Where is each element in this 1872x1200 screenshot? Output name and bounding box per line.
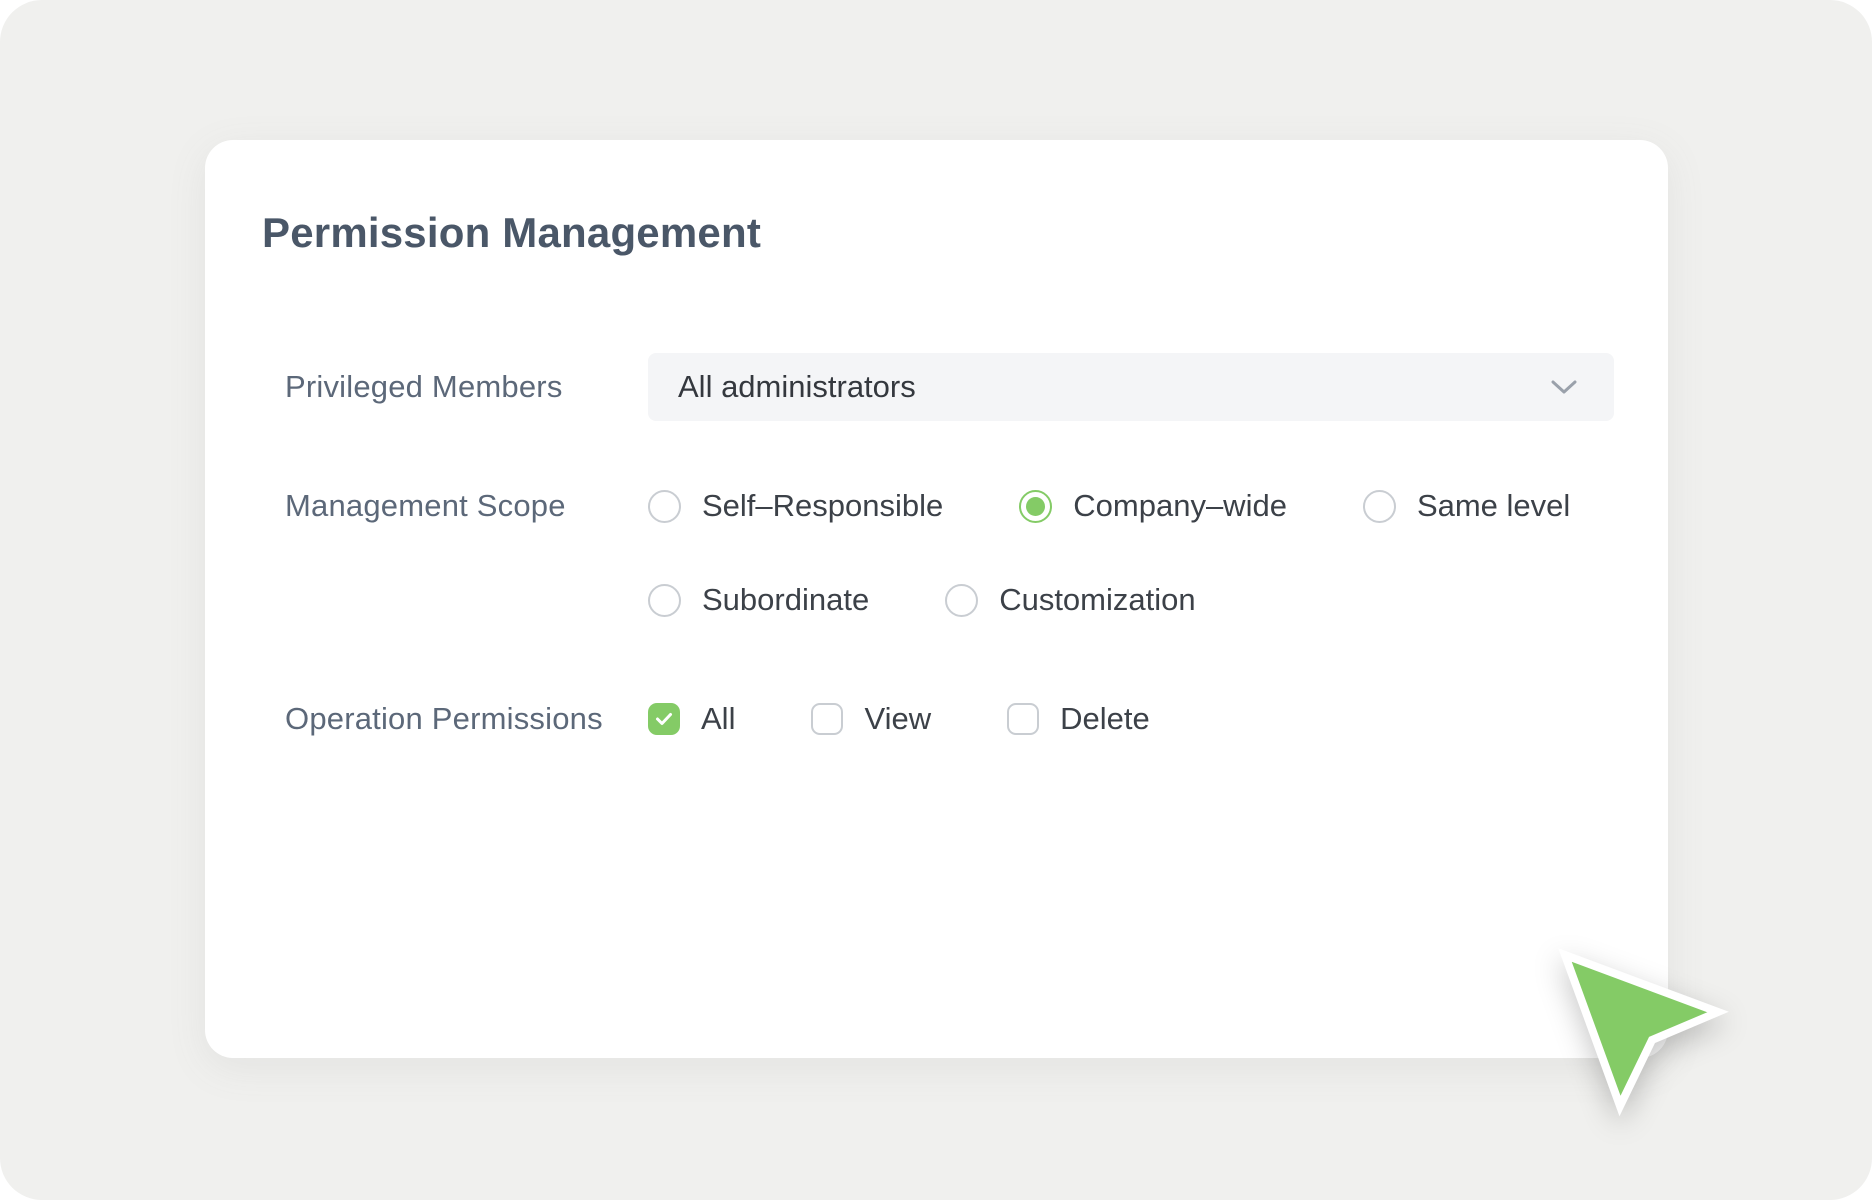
management-scope-label: Management Scope: [285, 489, 648, 523]
permission-management-card: Permission Management Privileged Members…: [205, 140, 1668, 1058]
management-scope-option[interactable]: Self–Responsible: [648, 489, 943, 523]
option-label: Same level: [1417, 488, 1570, 524]
page-background: Permission Management Privileged Members…: [0, 0, 1872, 1200]
management-scope-option[interactable]: Same level: [1363, 489, 1570, 523]
privileged-members-label: Privileged Members: [285, 353, 648, 421]
checkbox-unchecked[interactable]: [811, 703, 843, 735]
option-label: Self–Responsible: [702, 488, 943, 524]
management-scope-row: Management Scope Self–Responsible Company…: [285, 489, 1628, 617]
page-title: Permission Management: [262, 208, 761, 258]
chevron-down-icon: [1550, 379, 1578, 395]
management-scope-options: Self–Responsible Company–wide Same level Su…: [648, 489, 1628, 617]
option-label: Customization: [999, 582, 1195, 618]
option-label: Delete: [1060, 701, 1150, 737]
management-scope-option[interactable]: Company–wide: [1019, 489, 1287, 523]
check-icon: [655, 712, 673, 726]
operation-permission-option[interactable]: Delete: [1007, 702, 1150, 736]
radio-unselected[interactable]: [1363, 490, 1396, 523]
management-scope-option[interactable]: Customization: [945, 583, 1195, 617]
privileged-members-row: Privileged Members All administrators: [285, 353, 1614, 421]
privileged-members-selected-value: All administrators: [678, 369, 1550, 405]
option-label: Subordinate: [702, 582, 869, 618]
operation-permissions-row: Operation Permissions All View Delete: [285, 702, 1628, 736]
radio-selected[interactable]: [1019, 490, 1052, 523]
operation-permission-option[interactable]: View: [811, 702, 931, 736]
radio-unselected[interactable]: [945, 584, 978, 617]
radio-unselected[interactable]: [648, 490, 681, 523]
checkbox-checked[interactable]: [648, 703, 680, 735]
operation-permissions-options: All View Delete: [648, 702, 1628, 736]
operation-permission-option[interactable]: All: [648, 702, 735, 736]
operation-permissions-label: Operation Permissions: [285, 702, 648, 736]
radio-dot: [1026, 497, 1045, 516]
option-label: View: [864, 701, 931, 737]
option-label: All: [701, 701, 735, 737]
management-scope-option[interactable]: Subordinate: [648, 583, 869, 617]
radio-unselected[interactable]: [648, 584, 681, 617]
option-label: Company–wide: [1073, 488, 1287, 524]
privileged-members-select[interactable]: All administrators: [648, 353, 1614, 421]
checkbox-unchecked[interactable]: [1007, 703, 1039, 735]
